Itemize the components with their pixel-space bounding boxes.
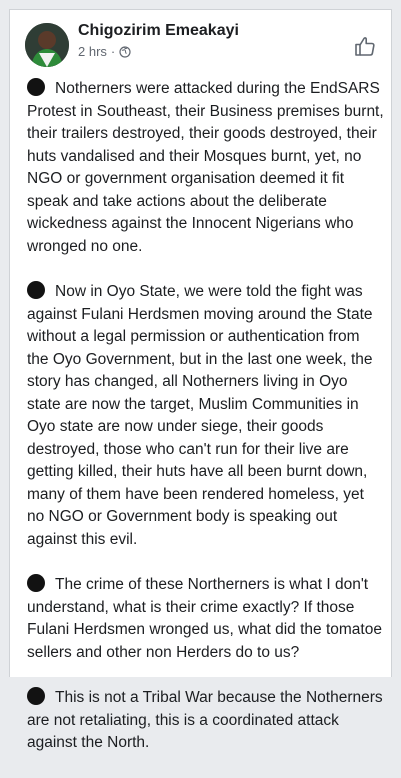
post-paragraph: This is not a Tribal War because the Not… bbox=[27, 687, 385, 755]
post-time[interactable]: 2 hrs bbox=[78, 44, 107, 59]
paragraph-text: Now in Oyo State, we were told the fight… bbox=[27, 283, 373, 548]
post-paragraph: Now in Oyo State, we were told the fight… bbox=[27, 281, 385, 551]
post-paragraph: The crime of these Northerners is what I… bbox=[27, 574, 385, 664]
author-name[interactable]: Chigozirim Emeakayi bbox=[78, 22, 239, 40]
paragraph-text: The crime of these Northerners is what I… bbox=[27, 576, 382, 661]
post-header: Chigozirim Emeakayi 2 hrs · bbox=[10, 10, 391, 74]
black-circle-icon bbox=[27, 687, 45, 705]
post-paragraph: Notherners were attacked during the EndS… bbox=[27, 78, 385, 258]
thumbs-up-icon[interactable] bbox=[353, 34, 377, 58]
avatar[interactable] bbox=[25, 23, 69, 67]
paragraph-text: This is not a Tribal War because the Not… bbox=[27, 689, 383, 751]
post-card: Chigozirim Emeakayi 2 hrs · Notherners w… bbox=[9, 9, 392, 751]
post-body: Notherners were attacked during the EndS… bbox=[27, 78, 385, 778]
black-circle-icon bbox=[27, 78, 45, 96]
paragraph-text: Notherners were attacked during the EndS… bbox=[27, 80, 384, 255]
black-circle-icon bbox=[27, 281, 45, 299]
globe-icon bbox=[119, 45, 131, 58]
meta-separator: · bbox=[110, 44, 116, 59]
black-circle-icon bbox=[27, 574, 45, 592]
post-meta: 2 hrs · bbox=[78, 44, 131, 59]
